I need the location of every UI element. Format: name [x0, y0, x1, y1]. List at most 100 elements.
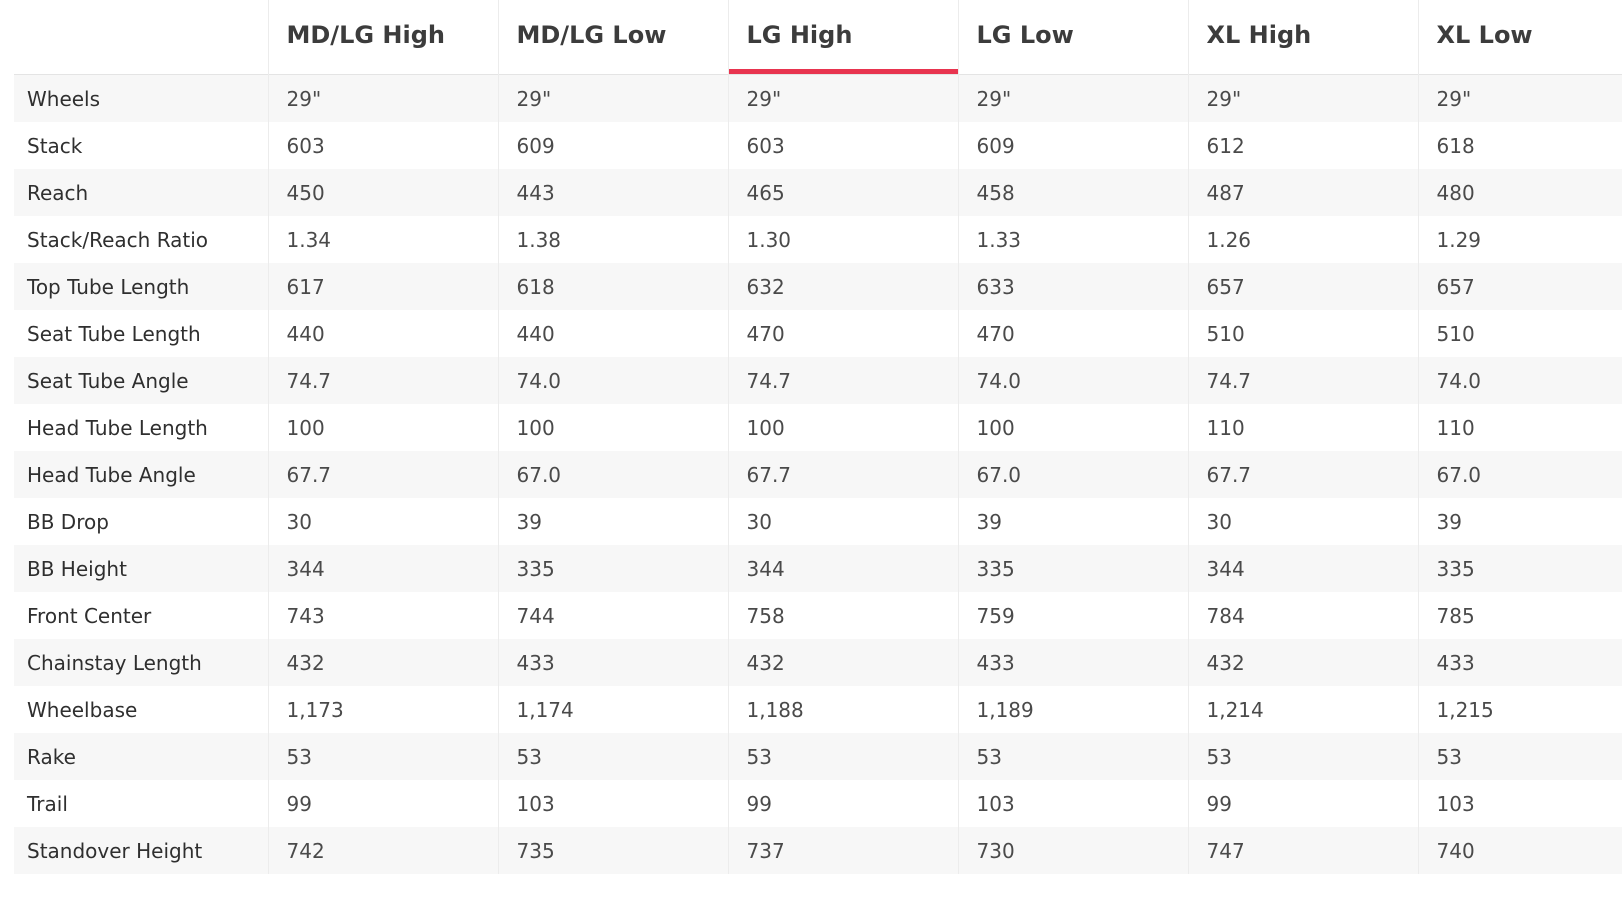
table-cell: 99 [1187, 780, 1418, 827]
table-cell: 29" [497, 74, 728, 122]
size-tab-label: XL Low [1436, 21, 1533, 49]
table-cell: 458 [957, 169, 1188, 216]
table-cell: 67.7 [267, 451, 498, 498]
size-tab-xl-high[interactable]: XL High [1187, 0, 1418, 75]
table-cell: 618 [497, 263, 728, 310]
table-cell: 1,189 [957, 686, 1188, 733]
table-cell: 657 [1187, 263, 1418, 310]
row-label: Chainstay Length [14, 639, 268, 686]
table-cell: 433 [1417, 639, 1622, 686]
table-cell: 465 [727, 169, 958, 216]
row-label: BB Height [14, 545, 268, 592]
table-cell: 103 [497, 780, 728, 827]
table-cell: 759 [957, 592, 1188, 639]
table-cell: 1,174 [497, 686, 728, 733]
table-cell: 67.0 [1417, 451, 1622, 498]
row-label: Rake [14, 733, 268, 780]
table-row: Standover Height 742 735 737 730 747 740 [14, 827, 1622, 874]
table-cell: 1.33 [957, 216, 1188, 263]
table-cell: 735 [497, 827, 728, 874]
table-cell: 67.7 [727, 451, 958, 498]
size-tab-lg-low[interactable]: LG Low [957, 0, 1188, 75]
table-cell: 103 [1417, 780, 1622, 827]
table-cell: 74.7 [267, 357, 498, 404]
size-tab-label: LG Low [976, 21, 1074, 49]
table-cell: 110 [1417, 404, 1622, 451]
table-cell: 335 [1417, 545, 1622, 592]
table-cell: 432 [1187, 639, 1418, 686]
size-tab-md-lg-low[interactable]: MD/LG Low [497, 0, 728, 75]
table-cell: 730 [957, 827, 1188, 874]
table-cell: 1,188 [727, 686, 958, 733]
table-cell: 67.7 [1187, 451, 1418, 498]
table-cell: 747 [1187, 827, 1418, 874]
table-cell: 737 [727, 827, 958, 874]
table-cell: 603 [267, 122, 498, 169]
table-cell: 743 [267, 592, 498, 639]
table-cell: 74.7 [1187, 357, 1418, 404]
table-cell: 510 [1187, 310, 1418, 357]
row-label: Reach [14, 169, 268, 216]
table-cell: 510 [1417, 310, 1622, 357]
table-row: Wheels 29" 29" 29" 29" 29" 29" [14, 74, 1622, 122]
row-label: BB Drop [14, 498, 268, 545]
table-cell: 440 [497, 310, 728, 357]
table-row: Head Tube Length 100 100 100 100 110 110 [14, 404, 1622, 451]
table-cell: 443 [497, 169, 728, 216]
table-cell: 740 [1417, 827, 1622, 874]
table-row: Top Tube Length 617 618 632 633 657 657 [14, 263, 1622, 310]
table-cell: 53 [1417, 733, 1622, 780]
size-tab-lg-high[interactable]: LG High [727, 0, 958, 75]
table-cell: 110 [1187, 404, 1418, 451]
table-cell: 53 [957, 733, 1188, 780]
row-label: Top Tube Length [14, 263, 268, 310]
table-row: Stack 603 609 603 609 612 618 [14, 122, 1622, 169]
table-cell: 74.7 [727, 357, 958, 404]
table-cell: 29" [727, 74, 958, 122]
size-tab-md-lg-high[interactable]: MD/LG High [267, 0, 498, 75]
row-label: Front Center [14, 592, 268, 639]
table-cell: 39 [497, 498, 728, 545]
table-cell: 29" [267, 74, 498, 122]
table-cell: 612 [1187, 122, 1418, 169]
table-cell: 74.0 [1417, 357, 1622, 404]
row-label: Seat Tube Length [14, 310, 268, 357]
table-cell: 432 [267, 639, 498, 686]
table-cell: 450 [267, 169, 498, 216]
table-row: Trail 99 103 99 103 99 103 [14, 780, 1622, 827]
table-cell: 39 [957, 498, 1188, 545]
table-cell: 1,214 [1187, 686, 1418, 733]
table-cell: 633 [957, 263, 1188, 310]
row-label: Stack/Reach Ratio [14, 216, 268, 263]
table-cell: 100 [267, 404, 498, 451]
table-row: Stack/Reach Ratio 1.34 1.38 1.30 1.33 1.26 1.2… [14, 216, 1622, 263]
table-cell: 470 [727, 310, 958, 357]
table-cell: 609 [497, 122, 728, 169]
header-row: MD/LG High MD/LG Low LG High LG Low XL H… [14, 0, 1622, 75]
table-row: BB Drop 30 39 30 39 30 39 [14, 498, 1622, 545]
table-row: Wheelbase 1,173 1,174 1,188 1,189 1,214 1,215 [14, 686, 1622, 733]
table-cell: 30 [727, 498, 958, 545]
table-cell: 39 [1417, 498, 1622, 545]
table-cell: 344 [267, 545, 498, 592]
table-cell: 785 [1417, 592, 1622, 639]
table-cell: 103 [957, 780, 1188, 827]
table-cell: 742 [267, 827, 498, 874]
table-cell: 53 [1187, 733, 1418, 780]
table-cell: 53 [267, 733, 498, 780]
table-row: Rake 53 53 53 53 53 53 [14, 733, 1622, 780]
size-tab-xl-low[interactable]: XL Low [1417, 0, 1622, 75]
table-cell: 99 [727, 780, 958, 827]
table-cell: 335 [497, 545, 728, 592]
corner-cell [14, 0, 268, 75]
table-cell: 433 [957, 639, 1188, 686]
table-cell: 100 [727, 404, 958, 451]
geometry-table-body: Wheels 29" 29" 29" 29" 29" 29" Stack 603 609 603 60… [14, 74, 1622, 874]
geometry-table-header: MD/LG High MD/LG Low LG High LG Low XL H… [14, 0, 1622, 75]
table-cell: 67.0 [957, 451, 1188, 498]
size-tab-label: MD/LG Low [516, 21, 667, 49]
table-cell: 53 [727, 733, 958, 780]
size-tab-label: LG High [746, 21, 853, 49]
table-row: Reach 450 443 465 458 487 480 [14, 169, 1622, 216]
table-cell: 744 [497, 592, 728, 639]
